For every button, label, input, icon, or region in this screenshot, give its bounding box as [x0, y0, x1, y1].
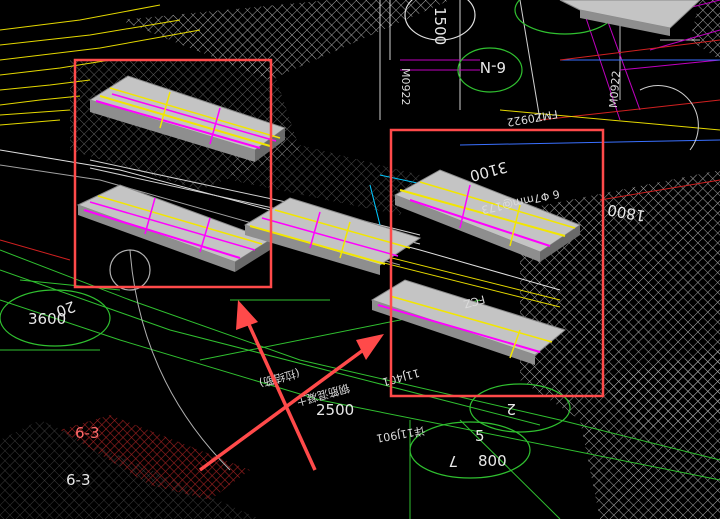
cad-3d-viewport[interactable]: 3600 2500 800 1800 1500 3100 20 6-3 6-3 … [0, 0, 720, 519]
dimension-800: 800 [478, 452, 507, 470]
door-tag-m0922: M0922 [399, 68, 412, 106]
grid-label-6-3: 6-3 [66, 471, 91, 489]
dimension-1500: 1500 [431, 7, 449, 45]
grid-label-7: 7 [448, 452, 458, 470]
grid-label-5: 5 [475, 427, 485, 445]
dimension-2500: 2500 [316, 401, 354, 419]
grid-label-6-3-red: 6-3 [75, 424, 100, 442]
grid-label-2: 2 [506, 400, 516, 418]
grid-label-6-n: 6-N [480, 58, 506, 76]
